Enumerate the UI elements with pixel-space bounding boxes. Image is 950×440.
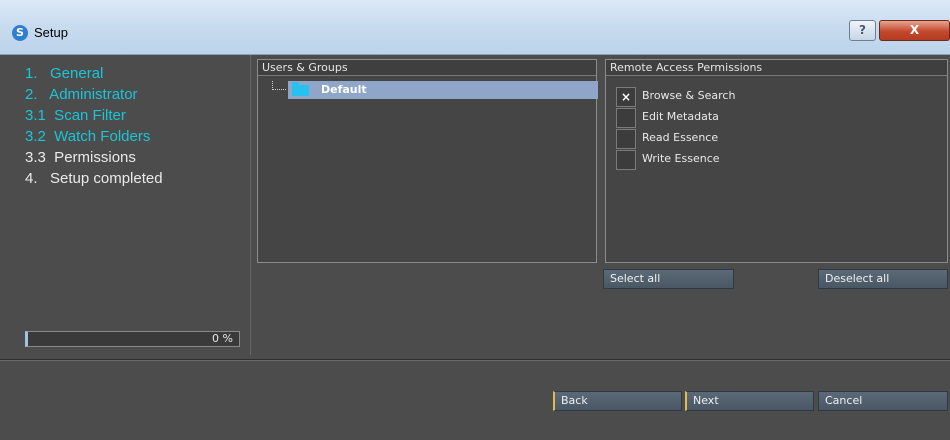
step-scan-filter: 3.1 Scan Filter (25, 107, 126, 124)
horizontal-divider (0, 359, 950, 361)
close-button[interactable]: X (879, 20, 950, 41)
write-essence-label: Write Essence (642, 152, 720, 165)
read-essence-checkbox[interactable] (616, 129, 636, 149)
tree-selection[interactable]: Default (288, 81, 598, 99)
next-button[interactable]: Next (685, 391, 814, 411)
edit-metadata-label: Edit Metadata (642, 110, 719, 123)
vertical-divider (250, 55, 251, 355)
browse-search-checkbox[interactable]: × (616, 87, 636, 107)
read-essence-label: Read Essence (642, 131, 719, 144)
step-list: 1. General 2. Administrator 3.1 Scan Fil… (25, 63, 163, 189)
users-groups-panel: Users & Groups Default (257, 59, 598, 263)
step-watch-folders: 3.2 Watch Folders (25, 128, 151, 145)
remote-access-permissions-panel: Remote Access Permissions × Browse & Sea… (605, 59, 948, 263)
wizard-body: 1. General 2. Administrator 3.1 Scan Fil… (0, 55, 950, 440)
deselect-all-button[interactable]: Deselect all (818, 269, 948, 289)
help-button[interactable]: ? (849, 20, 876, 41)
app-logo-icon: S (12, 25, 28, 41)
cancel-button[interactable]: Cancel (818, 391, 948, 411)
title-bar: S Setup ? X (0, 0, 950, 55)
step-administrator: 2. Administrator (25, 86, 138, 103)
permissions-header: Remote Access Permissions (606, 60, 947, 76)
step-setup-completed: 4. Setup completed (25, 170, 163, 187)
progress-label: 0 % (212, 332, 233, 345)
tree-item-label: Default (321, 83, 367, 96)
window-title: Setup (34, 25, 68, 40)
tree-connector (272, 81, 286, 90)
edit-metadata-checkbox[interactable] (616, 108, 636, 128)
folder-icon (292, 82, 309, 96)
write-essence-checkbox[interactable] (616, 150, 636, 170)
users-groups-header: Users & Groups (258, 60, 596, 76)
back-button[interactable]: Back (553, 391, 682, 411)
tree-item-default[interactable]: Default (272, 81, 598, 99)
step-permissions: 3.3 Permissions (25, 149, 136, 166)
step-general: 1. General (25, 65, 104, 82)
select-all-button[interactable]: Select all (603, 269, 734, 289)
browse-search-label: Browse & Search (642, 89, 736, 102)
progress-bar: 0 % (25, 331, 240, 347)
